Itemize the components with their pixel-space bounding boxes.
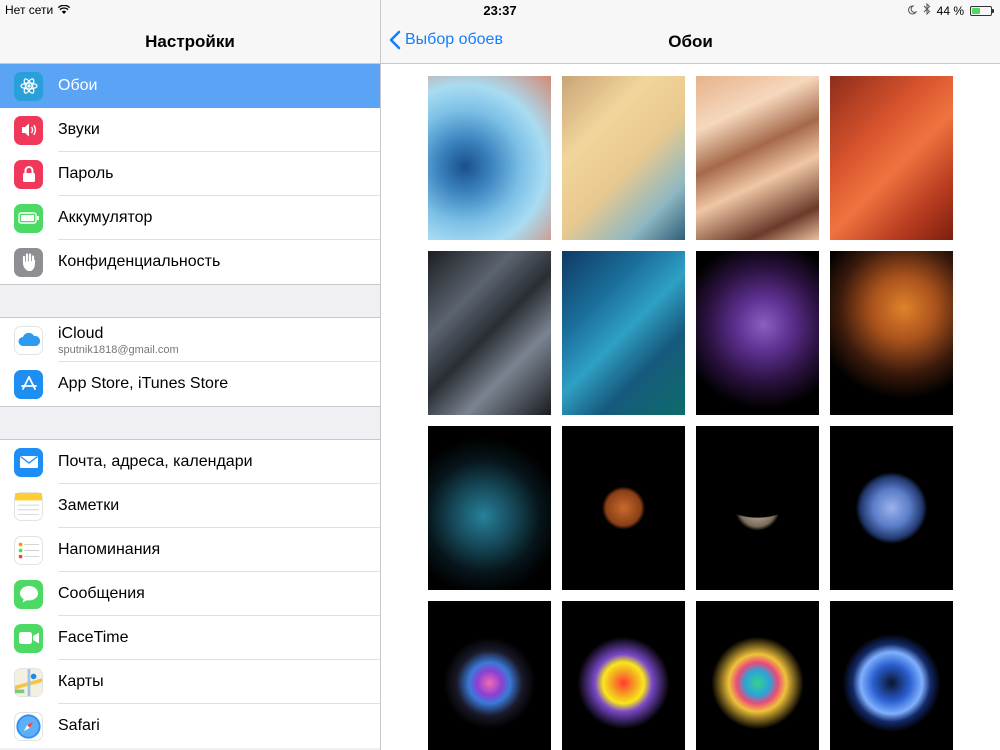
- settings-item-notes[interactable]: Заметки: [0, 484, 380, 528]
- settings-item-label: Аккумулятор: [58, 209, 153, 226]
- settings-item-label: Обои: [58, 77, 98, 94]
- bluetooth-icon: [923, 2, 931, 18]
- status-bar: Нет сети 23:37 44 %: [0, 0, 1000, 20]
- wallpaper-color-burst-green[interactable]: [696, 601, 819, 750]
- settings-item-label: Звуки: [58, 121, 100, 138]
- settings-item-safari[interactable]: Safari: [0, 704, 380, 748]
- speaker-icon: [14, 115, 43, 145]
- facetime-icon: [14, 623, 43, 653]
- wallpaper-mars[interactable]: [562, 426, 685, 590]
- settings-item-text: Почта, адреса, календари: [58, 453, 253, 471]
- wallpaper-purple-flower[interactable]: [696, 251, 819, 415]
- settings-item-label: App Store, iTunes Store: [58, 375, 229, 392]
- settings-item-cloud[interactable]: iCloud sputnik1818@gmail.com: [0, 318, 380, 362]
- wallpaper-color-burst-pink[interactable]: [428, 601, 551, 750]
- wallpaper-grid: [428, 76, 953, 750]
- settings-item-lock[interactable]: Пароль: [0, 152, 380, 196]
- settings-item-reminders[interactable]: Напоминания: [0, 528, 380, 572]
- wallpaper-dark-teal-leaves[interactable]: [428, 426, 551, 590]
- wallpaper-color-burst-yellow[interactable]: [562, 601, 685, 750]
- wallpaper-panel: Выбор обоев Обои: [381, 0, 1000, 750]
- settings-item-messages[interactable]: Сообщения: [0, 572, 380, 616]
- cloud-icon: [14, 325, 43, 355]
- moon-icon: [907, 4, 917, 18]
- wallpaper-blue-sphere-burst[interactable]: [830, 601, 953, 750]
- settings-item-label: Карты: [58, 673, 104, 690]
- wallpaper-desert-dunes[interactable]: [696, 76, 819, 240]
- wallpaper-blue-water[interactable]: [428, 76, 551, 240]
- settings-item-text: Пароль: [58, 165, 114, 183]
- wallpaper-crescent-moon[interactable]: [696, 426, 819, 590]
- settings-item-wallpaper[interactable]: Обои: [0, 64, 380, 108]
- settings-item-text: Аккумулятор: [58, 209, 152, 227]
- battery-level: [972, 7, 980, 14]
- maps-icon: [14, 667, 43, 697]
- section-separator: [0, 284, 380, 318]
- settings-item-text: Конфиденциальность: [58, 253, 220, 271]
- settings-item-label: Конфиденциальность: [58, 253, 221, 270]
- app-store-icon: [14, 369, 43, 399]
- settings-title: Настройки: [145, 32, 235, 51]
- section-separator: [0, 406, 380, 440]
- wallpaper-grey-feathers[interactable]: [428, 251, 551, 415]
- messages-icon: [14, 579, 43, 609]
- settings-group: Обои Звуки Пароль Аккумулятор Конфиденциальн…: [0, 64, 380, 284]
- lock-icon: [14, 159, 43, 189]
- clock: 23:37: [483, 3, 517, 18]
- settings-item-label: Почта, адреса, календари: [58, 453, 253, 470]
- mail-icon: [14, 447, 43, 477]
- wallpaper-title: Обои: [668, 32, 713, 51]
- wallpaper-sand-yellow[interactable]: [562, 76, 685, 240]
- settings-item-maps[interactable]: Карты: [0, 660, 380, 704]
- settings-item-speaker[interactable]: Звуки: [0, 108, 380, 152]
- settings-item-text: Сообщения: [58, 585, 145, 603]
- settings-item-hand[interactable]: Конфиденциальность: [0, 240, 380, 284]
- reminders-icon: [14, 535, 43, 565]
- settings-item-label: Заметки: [58, 497, 120, 514]
- settings-item-app-store[interactable]: App Store, iTunes Store: [0, 362, 380, 406]
- wallpaper-neptune[interactable]: [830, 426, 953, 590]
- settings-panel: Настройки Обои Звуки Пароль Аккумулятор Конф…: [0, 0, 381, 750]
- status-right: 44 %: [907, 2, 994, 18]
- settings-item-text: Safari: [58, 717, 100, 735]
- wallpaper-icon: [14, 71, 43, 101]
- settings-item-label: iCloud: [58, 324, 104, 342]
- settings-item-label: Пароль: [58, 165, 114, 182]
- notes-icon: [14, 491, 43, 521]
- wallpaper-red-feathers[interactable]: [830, 76, 953, 240]
- settings-item-label: Сообщения: [58, 585, 145, 602]
- battery-icon: [970, 5, 994, 16]
- settings-item-text: Напоминания: [58, 541, 160, 559]
- settings-group: iCloud sputnik1818@gmail.com App Store, iT…: [0, 318, 380, 406]
- settings-item-subtitle: sputnik1818@gmail.com: [58, 343, 179, 356]
- settings-group: Почта, адреса, календари Заметки Напоминан…: [0, 440, 380, 748]
- battery-icon: [14, 203, 43, 233]
- settings-item-text: iCloud sputnik1818@gmail.com: [58, 325, 179, 356]
- settings-item-text: App Store, iTunes Store: [58, 375, 228, 393]
- settings-item-mail[interactable]: Почта, адреса, календари: [0, 440, 380, 484]
- settings-item-label: Напоминания: [58, 541, 161, 558]
- settings-list: Обои Звуки Пароль Аккумулятор Конфиденциальн…: [0, 64, 380, 748]
- settings-item-text: FaceTime: [58, 629, 129, 647]
- settings-item-text: Звуки: [58, 121, 100, 139]
- settings-item-facetime[interactable]: FaceTime: [0, 616, 380, 660]
- hand-icon: [14, 247, 43, 277]
- settings-item-battery[interactable]: Аккумулятор: [0, 196, 380, 240]
- safari-icon: [14, 711, 43, 741]
- settings-item-text: Заметки: [58, 497, 119, 515]
- settings-item-label: FaceTime: [58, 629, 129, 646]
- wallpaper-teal-feathers[interactable]: [562, 251, 685, 415]
- settings-item-label: Safari: [58, 717, 100, 734]
- settings-item-text: Карты: [58, 673, 104, 691]
- battery-percent: 44 %: [936, 3, 964, 18]
- wallpaper-orange-foliage[interactable]: [830, 251, 953, 415]
- settings-item-text: Обои: [58, 77, 97, 95]
